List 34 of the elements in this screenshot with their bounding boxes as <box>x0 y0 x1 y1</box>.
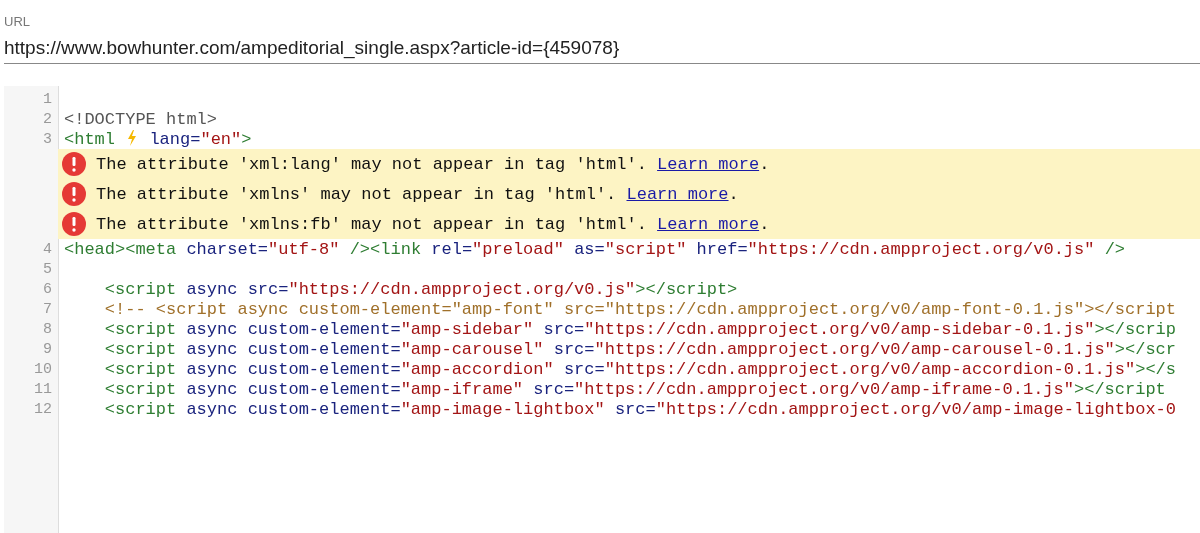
url-field[interactable]: URL https://www.bowhunter.com/ampeditorial_single.aspx?article-id={459078} <box>4 0 1200 64</box>
code-line: <script async src="https://cdn.ampproject.org/v0.js"></script> <box>103 279 738 299</box>
line-number: 6 <box>42 280 52 298</box>
code-line: <script async custom-element="amp-accordion" src="https://cdn.ampproject.org/v0/amp-accordion-0.1.js"></s <box>103 359 1176 379</box>
error-icon <box>62 182 86 206</box>
error-icon <box>62 152 86 176</box>
line-number: 5 <box>42 260 52 278</box>
code-line: <script async custom-element="amp-iframe" src="https://cdn.ampproject.org/v0/amp-iframe-0.1.js"></script <box>103 379 1166 399</box>
code-line: <!DOCTYPE html> <box>64 109 218 129</box>
code-line: <script async custom-element="amp-sidebar" src="https://cdn.ampproject.org/v0/amp-sidebar-0.1.js"></scrip <box>103 319 1176 339</box>
line-number: 12 <box>33 400 52 418</box>
code-line: <head><meta charset="utf-8" /><link rel="preload" as="script" href="https://cdn.ampproject.org/v0.js" /> <box>64 239 1126 259</box>
line-number: 1 <box>42 90 52 108</box>
line-number: 3 <box>42 130 52 148</box>
line-number: 4 <box>42 240 52 258</box>
learn-more-link[interactable]: Learn more <box>626 184 729 204</box>
line-number: 8 <box>42 320 52 338</box>
line-number: 10 <box>33 360 52 378</box>
error-message: The attribute 'xmlns:fb' may not appear in tag 'html'. Learn more. <box>96 214 770 234</box>
code-line: <!-- <script async custom-element="amp-font" src="https://cdn.ampproject.org/v0/amp-font-0.1.js"></script <box>103 299 1176 319</box>
error-message: The attribute 'xmlns' may not appear in tag 'html'. Learn more. <box>96 184 739 204</box>
error-message: The attribute 'xml:lang' may not appear in tag 'html'. Learn more. <box>96 154 770 174</box>
error-icon <box>62 212 86 236</box>
learn-more-link[interactable]: Learn more <box>657 154 760 174</box>
line-number: 7 <box>42 300 52 318</box>
code-line: <html lang="en"> <box>64 129 252 149</box>
line-number: 11 <box>33 380 52 398</box>
code-line: <script async custom-element="amp-image-lightbox" src="https://cdn.ampproject.org/v0/amp-image-lightbox-0 <box>103 399 1176 419</box>
line-number: 9 <box>42 340 52 358</box>
url-value: https://www.bowhunter.com/ampeditorial_single.aspx?article-id={459078} <box>4 37 621 59</box>
url-label: URL <box>4 14 31 29</box>
line-number: 2 <box>42 110 52 128</box>
code-line: <script async custom-element="amp-carousel" src="https://cdn.ampproject.org/v0/amp-carousel-0.1.js"></scr <box>103 339 1176 359</box>
learn-more-link[interactable]: Learn more <box>657 214 760 234</box>
